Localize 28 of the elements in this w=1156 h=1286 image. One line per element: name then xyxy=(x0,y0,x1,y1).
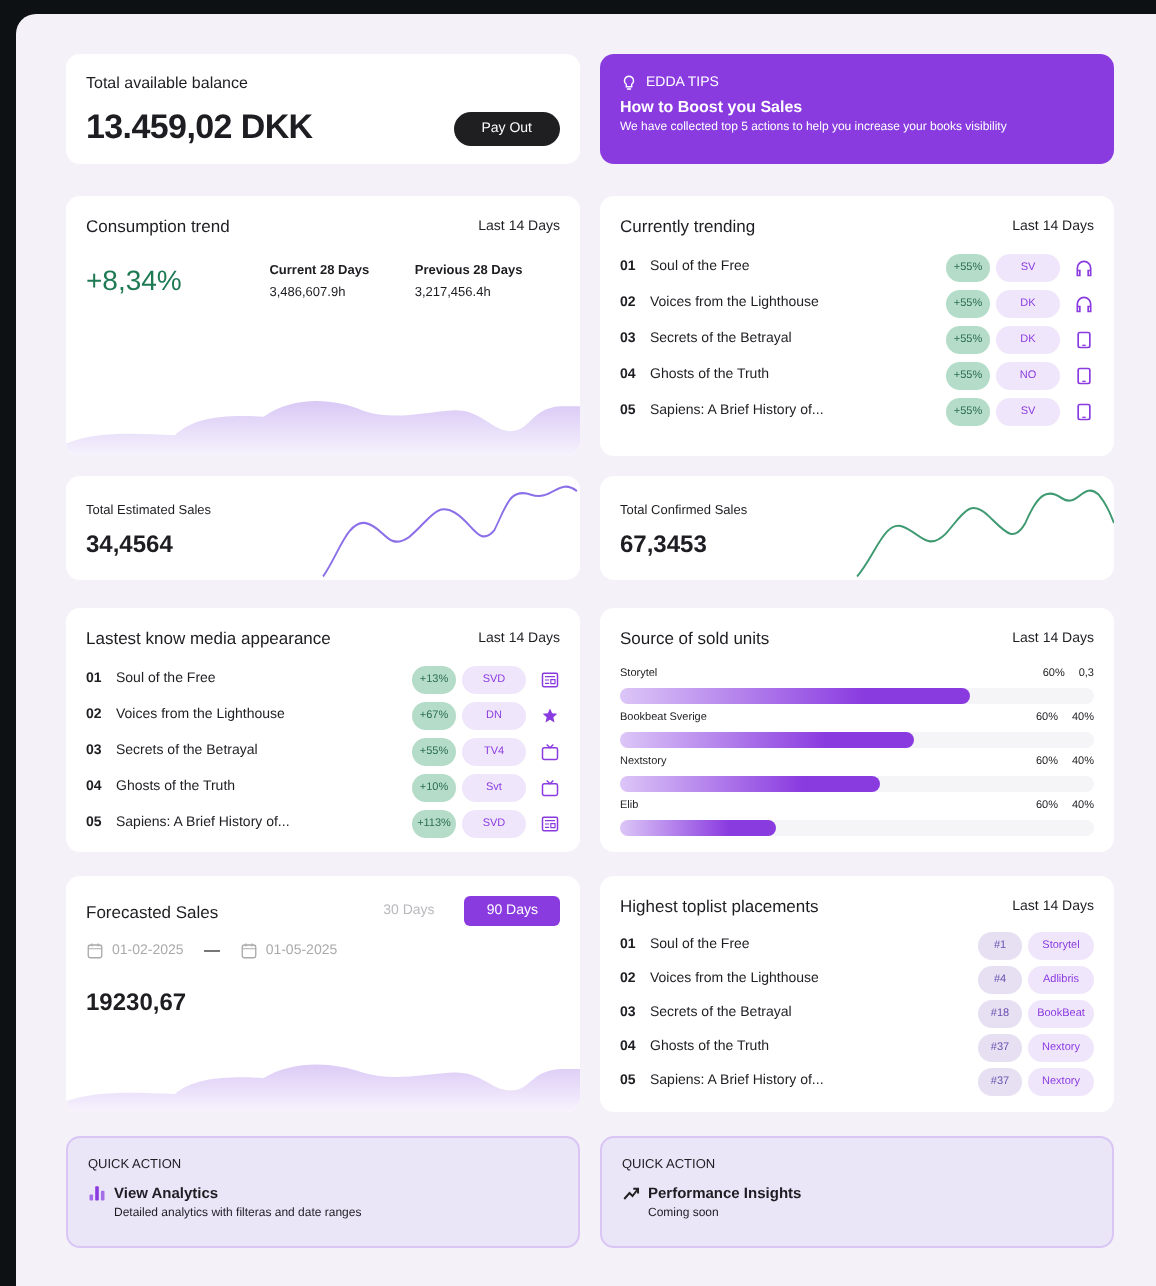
card-title: Consumption trend xyxy=(86,216,230,236)
headphones-icon xyxy=(1074,257,1094,277)
card-title: Highest toplist placements xyxy=(620,896,819,916)
change-value: +8,34% xyxy=(86,264,184,300)
headphones-icon xyxy=(1074,293,1094,313)
calendar-icon xyxy=(86,942,104,960)
trending-up-icon xyxy=(622,1184,640,1202)
card-title: Source of sold units xyxy=(620,628,770,648)
lightbulb-icon xyxy=(620,74,638,92)
sales-value: 34,4564 xyxy=(86,530,175,558)
card-title: Currently trending xyxy=(620,216,756,236)
newspaper-icon xyxy=(540,669,560,689)
balance-label: Total available balance xyxy=(86,74,250,92)
tv-icon xyxy=(540,777,560,797)
tv-icon xyxy=(540,741,560,761)
newspaper-icon xyxy=(540,813,560,833)
star-icon xyxy=(540,705,560,725)
forecast-value: 19230,67 xyxy=(86,988,189,1016)
balance-amount: 13.459,02 DKK xyxy=(86,108,313,148)
sales-value: 67,3453 xyxy=(620,530,709,558)
tablet-icon xyxy=(1074,365,1094,385)
tablet-icon xyxy=(1074,401,1094,421)
tips-title[interactable]: How to Boost you Sales xyxy=(620,98,1094,116)
card-title: Forecasted Sales xyxy=(86,901,219,921)
calendar-icon xyxy=(239,942,258,960)
bar-chart-icon xyxy=(88,1184,106,1202)
card-title: Lastest know media appearance xyxy=(86,628,331,648)
tablet-icon xyxy=(1074,329,1094,349)
